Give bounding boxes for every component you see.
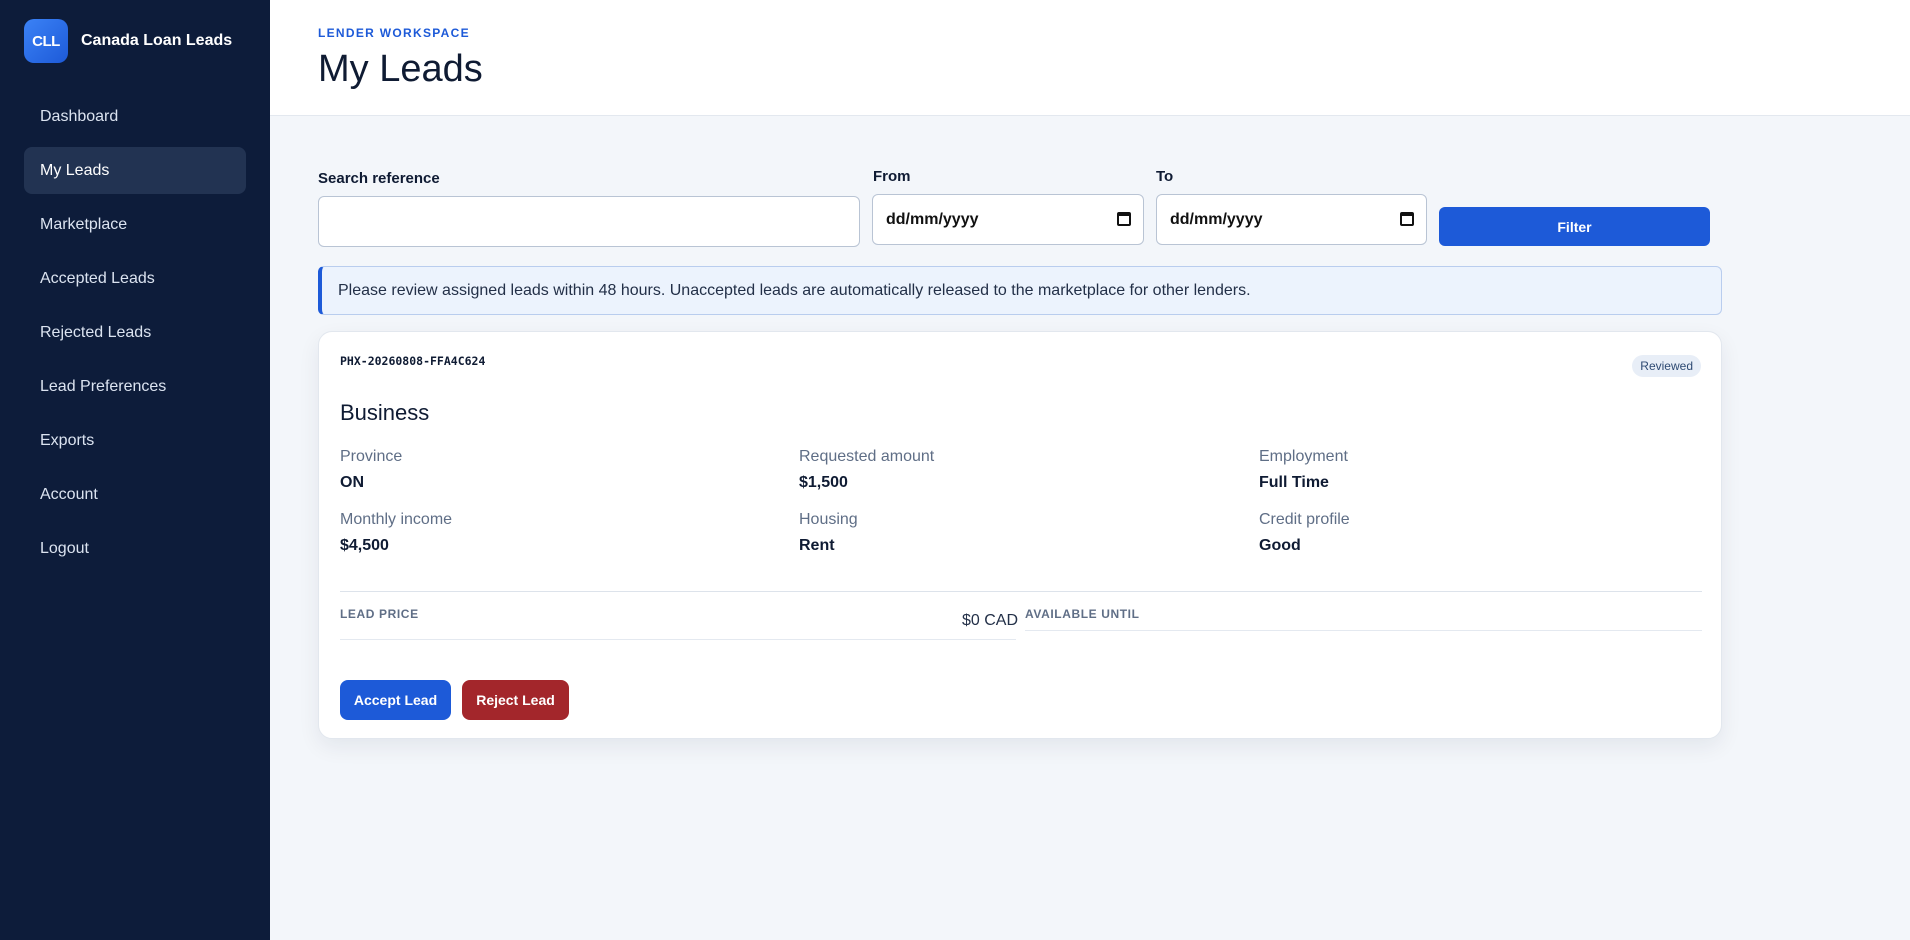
lead-price-value: $0 CAD <box>961 612 1018 629</box>
divider <box>1025 630 1702 631</box>
accept-lead-button[interactable]: Accept Lead <box>340 680 451 720</box>
divider <box>340 591 1702 592</box>
sidebar-item-marketplace[interactable]: Marketplace <box>24 201 246 248</box>
field-requested-amount: Requested amount $1,500 <box>799 448 934 492</box>
from-label: From <box>873 168 911 185</box>
field-credit-profile: Credit profile Good <box>1259 511 1350 555</box>
search-label: Search reference <box>318 170 440 187</box>
field-label: Monthly income <box>340 511 453 528</box>
lead-card: PHX-20260808-FFA4C624 Reviewed Business … <box>318 331 1722 739</box>
header-eyebrow: LENDER WORKSPACE <box>318 26 470 40</box>
field-value: Good <box>1259 537 1301 554</box>
sidebar-item-my-leads[interactable]: My Leads <box>24 147 246 194</box>
field-province: Province ON <box>340 448 402 492</box>
field-employment: Employment Full Time <box>1259 448 1348 492</box>
lead-reference: PHX-20260808-FFA4C624 <box>340 354 486 368</box>
reject-lead-button[interactable]: Reject Lead <box>462 680 569 720</box>
status-badge: Reviewed <box>1632 355 1701 377</box>
calendar-icon[interactable] <box>1400 212 1414 226</box>
lead-category: Business <box>340 400 430 425</box>
field-value: ON <box>340 474 364 491</box>
field-value: $1,500 <box>799 474 848 491</box>
calendar-icon[interactable] <box>1117 212 1131 226</box>
field-label: Requested amount <box>799 448 935 465</box>
from-date-input[interactable]: dd/mm/yyyy <box>872 194 1144 245</box>
page-title: My Leads <box>318 48 483 90</box>
lead-price-label: LEAD PRICE <box>340 607 419 621</box>
field-label: Credit profile <box>1259 511 1350 528</box>
to-date-input[interactable]: dd/mm/yyyy <box>1156 194 1427 245</box>
field-value: $4,500 <box>340 537 389 554</box>
brand[interactable]: CLL Canada Loan Leads <box>24 19 232 63</box>
sidebar-item-logout[interactable]: Logout <box>24 525 246 572</box>
brand-logo: CLL <box>24 19 68 63</box>
sidebar: CLL Canada Loan Leads Dashboard My Leads… <box>0 0 270 940</box>
to-date-value: dd/mm/yyyy <box>1170 211 1263 228</box>
field-label: Housing <box>799 511 858 528</box>
filter-button[interactable]: Filter <box>1439 207 1710 246</box>
sidebar-item-lead-preferences[interactable]: Lead Preferences <box>24 363 246 410</box>
field-housing: Housing Rent <box>799 511 858 555</box>
sidebar-item-exports[interactable]: Exports <box>24 417 246 464</box>
search-input[interactable] <box>318 196 860 247</box>
page-header: LENDER WORKSPACE My Leads <box>270 0 1910 116</box>
sidebar-item-dashboard[interactable]: Dashboard <box>24 93 246 140</box>
review-notice: Please review assigned leads within 48 h… <box>318 266 1722 315</box>
sidebar-item-accepted-leads[interactable]: Accepted Leads <box>24 255 246 302</box>
field-monthly-income: Monthly income $4,500 <box>340 511 452 555</box>
available-until-label: AVAILABLE UNTIL <box>1025 607 1140 621</box>
field-value: Full Time <box>1259 474 1329 491</box>
field-label: Employment <box>1259 448 1348 465</box>
field-label: Province <box>340 448 403 465</box>
field-value: Rent <box>799 537 835 554</box>
sidebar-item-account[interactable]: Account <box>24 471 246 518</box>
sidebar-item-rejected-leads[interactable]: Rejected Leads <box>24 309 246 356</box>
from-date-value: dd/mm/yyyy <box>886 211 979 228</box>
sidebar-nav: Dashboard My Leads Marketplace Accepted … <box>24 93 246 579</box>
brand-name: Canada Loan Leads <box>81 32 233 49</box>
to-label: To <box>1156 168 1174 185</box>
divider <box>340 639 1016 640</box>
